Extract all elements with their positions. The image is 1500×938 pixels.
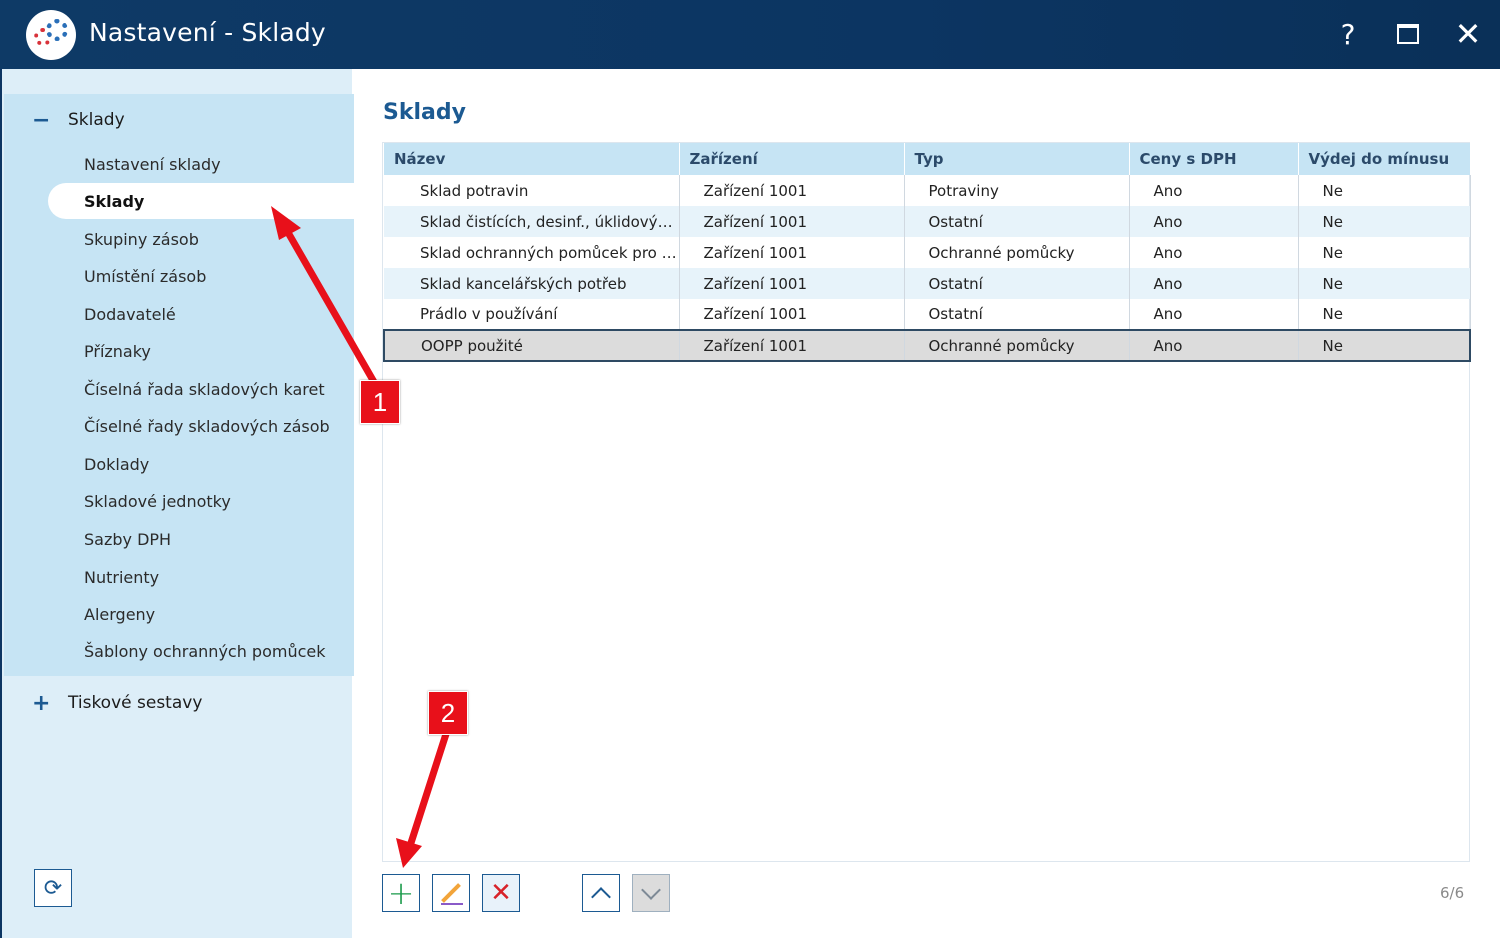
cell-typ: Ochranné pomůcky	[904, 237, 1130, 268]
cell-typ: Potraviny	[904, 175, 1130, 206]
cell-ceny-s-dph: Ano	[1129, 299, 1299, 330]
group-header-tiskove-sestavy[interactable]: + Tiskové sestavy	[32, 688, 202, 718]
table-row[interactable]: Sklad ochranných pomůcek pro zaměstnance…	[384, 237, 1471, 268]
maximize-button[interactable]	[1388, 14, 1428, 54]
cell-nazev: Sklad ochranných pomůcek pro zaměstnance	[384, 237, 680, 268]
page-title: Sklady	[383, 100, 466, 125]
edit-button[interactable]	[432, 874, 470, 912]
table-row[interactable]: Sklad potravin Zařízení 1001 Potraviny A…	[384, 175, 1471, 206]
cell-zarizeni: Zařízení 1001	[679, 237, 905, 268]
move-down-button[interactable]	[632, 874, 670, 912]
column-header-nazev[interactable]: Název	[384, 143, 680, 175]
data-grid: Název Zařízení Typ Ceny s DPH Výdej do m…	[382, 142, 1471, 862]
sidebar-item-umisteni-zasob[interactable]: Umístění zásob	[84, 260, 206, 292]
cell-nazev: Sklad kancelářských potřeb	[384, 268, 680, 299]
group-label: Tiskové sestavy	[68, 693, 203, 713]
app-logo-icon	[26, 10, 76, 60]
expand-icon: +	[32, 690, 51, 716]
sidebar-item-sablony[interactable]: Šablony ochranných pomůcek	[84, 635, 326, 667]
table-header-row: Název Zařízení Typ Ceny s DPH Výdej do m…	[384, 143, 1471, 175]
cell-vydej: Ne	[1298, 237, 1471, 268]
sidebar-item-nutrienty[interactable]: Nutrienty	[84, 561, 159, 593]
cell-typ: Ostatní	[904, 268, 1130, 299]
table-row[interactable]: Prádlo v používání Zařízení 1001 Ostatní…	[384, 299, 1471, 330]
sidebar-item-dodavatele[interactable]: Dodavatelé	[84, 298, 176, 330]
sidebar-item-skupiny-zasob[interactable]: Skupiny zásob	[84, 223, 199, 255]
window-title: Nastavení - Sklady	[89, 18, 326, 47]
move-up-button[interactable]	[582, 874, 620, 912]
chevron-down-icon	[641, 879, 661, 900]
cell-zarizeni: Zařízení 1001	[679, 175, 905, 206]
pencil-icon	[441, 883, 461, 903]
cell-vydej: Ne	[1298, 299, 1471, 330]
refresh-button[interactable]: ⟳	[34, 869, 72, 907]
group-label: Sklady	[68, 110, 125, 130]
cell-ceny-s-dph: Ano	[1129, 237, 1299, 268]
cell-vydej: Ne	[1298, 268, 1471, 299]
blue-gear-icon	[46, 19, 68, 41]
column-header-zarizeni[interactable]: Zařízení	[679, 143, 905, 175]
maximize-icon	[1397, 24, 1419, 44]
cell-vydej: Ne	[1298, 175, 1471, 206]
table-row-selected[interactable]: OOPP použité Zařízení 1001 Ochranné pomů…	[383, 329, 1471, 362]
cell-nazev: OOPP použité	[383, 329, 680, 362]
cell-ceny-s-dph: Ano	[1129, 268, 1299, 299]
cell-nazev: Prádlo v používání	[384, 299, 680, 330]
sidebar-item-alergeny[interactable]: Alergeny	[84, 598, 155, 630]
table-row[interactable]: Sklad kancelářských potřeb Zařízení 1001…	[384, 268, 1471, 299]
sidebar-item-sazby-dph[interactable]: Sazby DPH	[84, 523, 171, 555]
refresh-icon: ⟳	[43, 875, 63, 901]
sidebar-item-priznaky[interactable]: Příznaky	[84, 335, 151, 367]
chevron-up-icon	[591, 886, 611, 907]
sidebar-item-ciselne-rady-zasob[interactable]: Číselné řady skladových zásob	[84, 410, 330, 442]
collapse-icon: −	[32, 107, 51, 133]
annotation-badge-2: 2	[428, 691, 468, 735]
sidebar-item-skladove-jednotky[interactable]: Skladové jednotky	[84, 485, 231, 517]
sidebar-item-sklady[interactable]: Sklady	[48, 183, 354, 219]
help-button[interactable]: ?	[1328, 14, 1368, 54]
underline-icon	[441, 903, 463, 905]
cell-zarizeni: Zařízení 1001	[679, 299, 905, 330]
sidebar: − Sklady Nastavení sklady Sklady Skupiny…	[0, 69, 354, 938]
cell-typ: Ostatní	[904, 206, 1130, 237]
cell-typ: Ochranné pomůcky	[904, 329, 1130, 362]
column-header-vydej-do-minusu[interactable]: Výdej do mínusu	[1298, 143, 1471, 175]
plus-icon: +	[387, 874, 415, 912]
record-counter: 6/6	[1440, 884, 1465, 902]
x-icon: ✕	[490, 878, 512, 908]
cell-vydej: Ne	[1298, 329, 1471, 362]
column-header-ceny-s-dph[interactable]: Ceny s DPH	[1129, 143, 1299, 175]
cell-vydej: Ne	[1298, 206, 1471, 237]
add-button[interactable]: +	[382, 874, 420, 912]
annotation-badge-1: 1	[360, 380, 400, 424]
cell-zarizeni: Zařízení 1001	[679, 206, 905, 237]
cell-typ: Ostatní	[904, 299, 1130, 330]
close-button[interactable]: ✕	[1448, 14, 1488, 54]
cell-zarizeni: Zařízení 1001	[679, 268, 905, 299]
column-header-typ[interactable]: Typ	[904, 143, 1130, 175]
group-header-sklady[interactable]: − Sklady	[32, 105, 125, 135]
cell-nazev: Sklad potravin	[384, 175, 680, 206]
cell-nazev: Sklad čistících, desinf., úklidových pro…	[384, 206, 680, 237]
delete-button[interactable]: ✕	[482, 874, 520, 912]
cell-ceny-s-dph: Ano	[1129, 175, 1299, 206]
cell-ceny-s-dph: Ano	[1129, 206, 1299, 237]
cell-ceny-s-dph: Ano	[1129, 329, 1299, 362]
table-row[interactable]: Sklad čistících, desinf., úklidových pro…	[384, 206, 1471, 237]
title-bar: Nastavení - Sklady ? ✕	[0, 0, 1500, 69]
sklady-table: Název Zařízení Typ Ceny s DPH Výdej do m…	[383, 143, 1471, 362]
sidebar-item-nastaveni-sklady[interactable]: Nastavení sklady	[84, 148, 221, 180]
cell-zarizeni: Zařízení 1001	[679, 329, 905, 362]
sidebar-item-doklady[interactable]: Doklady	[84, 448, 149, 480]
sidebar-item-ciselna-rada-karet[interactable]: Číselná řada skladových karet	[84, 373, 325, 405]
